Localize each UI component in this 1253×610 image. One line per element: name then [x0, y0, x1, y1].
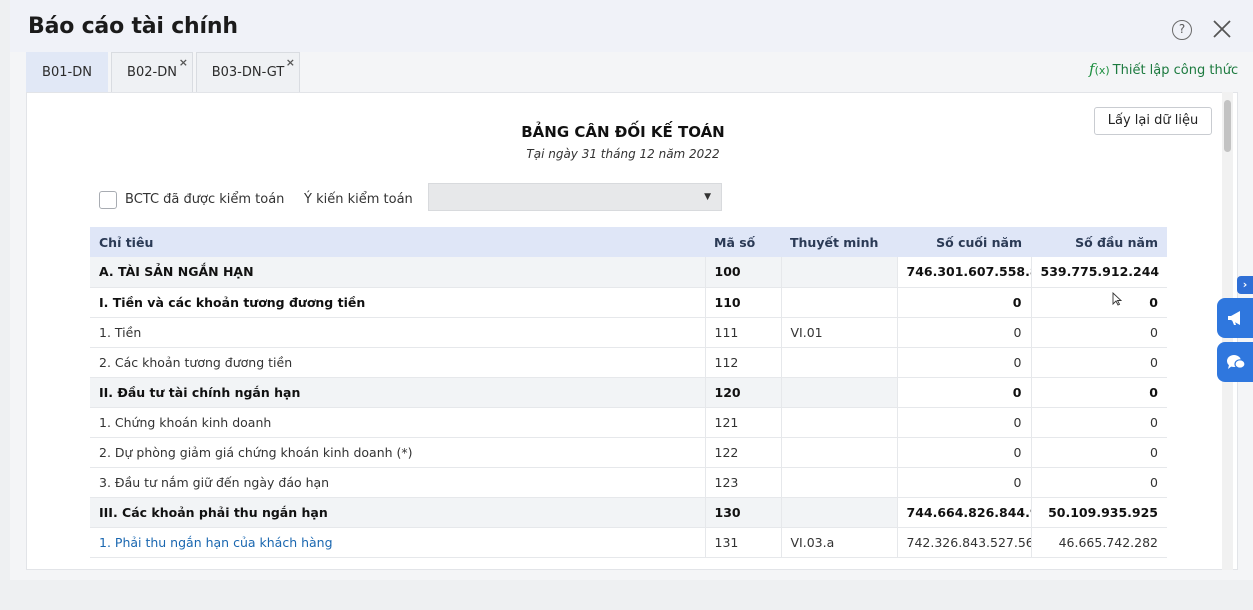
help-icon[interactable]: ?: [1172, 20, 1192, 40]
tab-label: B03-DN-GT: [211, 65, 285, 80]
row-start-of-year-value[interactable]: 0: [1031, 377, 1167, 408]
row-end-of-year-value[interactable]: 0: [897, 347, 1032, 378]
row-end-of-year-value[interactable]: 0: [897, 467, 1032, 498]
row-indicator-name: II. Đầu tư tài chính ngắn hạn: [90, 377, 706, 408]
row-note: [781, 377, 898, 408]
table-row[interactable]: III. Các khoản phải thu ngắn hạn 130 744.6…: [90, 497, 1167, 528]
report-subtitle: Tại ngày 31 tháng 12 năm 2022: [526, 147, 720, 161]
row-code: 131: [705, 527, 782, 558]
row-note: [781, 287, 898, 318]
tab-close-icon[interactable]: ×: [179, 56, 188, 69]
title-bar: Báo cáo tài chính ?: [10, 0, 1253, 52]
tab-b02-dn[interactable]: B02-DN ×: [111, 52, 193, 92]
table-row[interactable]: 1. Phải thu ngắn hạn của khách hàng 131 VI…: [90, 527, 1167, 558]
row-indicator-name: 1. Chứng khoán kinh doanh: [90, 407, 706, 438]
close-icon[interactable]: [1211, 18, 1233, 40]
row-note: [781, 347, 898, 378]
row-end-of-year-value[interactable]: 0: [897, 317, 1032, 348]
formula-setup-label: Thiết lập công thức: [1112, 63, 1239, 78]
col-header-end-of-year: Số cuối năm: [897, 227, 1031, 257]
row-end-of-year-value[interactable]: 746.301.607.558.817: [897, 257, 1032, 288]
col-header-start-of-year: Số đầu năm: [1031, 227, 1167, 257]
audit-opinion-select[interactable]: ▼: [428, 183, 722, 211]
row-start-of-year-value[interactable]: 0: [1031, 437, 1167, 468]
row-end-of-year-value[interactable]: 0: [897, 407, 1032, 438]
table-header-row: Chỉ tiêu Mã số Thuyết minh Số cuối năm S…: [90, 227, 1167, 257]
chat-button[interactable]: [1217, 342, 1253, 382]
report-tabs: B01-DN B02-DN × B03-DN-GT ×: [26, 52, 303, 92]
row-code: 112: [705, 347, 782, 378]
col-header-indicator: Chỉ tiêu: [90, 227, 705, 257]
tab-b03-dn-gt[interactable]: B03-DN-GT ×: [196, 52, 300, 92]
row-indicator-name: 2. Các khoản tương đương tiền: [90, 347, 706, 378]
row-note: [781, 497, 898, 528]
row-start-of-year-value[interactable]: 0: [1031, 467, 1167, 498]
row-end-of-year-value[interactable]: 0: [897, 437, 1032, 468]
formula-setup-link[interactable]: f (x) Thiết lập công thức: [1089, 60, 1238, 78]
row-start-of-year-value[interactable]: 50.109.935.925: [1031, 497, 1167, 528]
row-code: 110: [705, 287, 782, 318]
table-row[interactable]: 2. Dự phòng giảm giá chứng khoán kinh do…: [90, 437, 1167, 468]
row-code: 121: [705, 407, 782, 438]
row-note: VI.03.a: [781, 527, 898, 558]
table-row[interactable]: 2. Các khoản tương đương tiền 112 0 0: [90, 347, 1167, 378]
audited-checkbox[interactable]: [99, 191, 117, 209]
row-note: [781, 467, 898, 498]
formula-icon-suffix: (x): [1094, 64, 1110, 77]
audited-checkbox-label: BCTC đã được kiểm toán: [125, 192, 285, 207]
row-end-of-year-value[interactable]: 0: [897, 377, 1032, 408]
row-note: [781, 407, 898, 438]
row-code: 100: [705, 257, 782, 288]
tab-label: B02-DN: [127, 65, 177, 80]
table-row[interactable]: I. Tiền và các khoản tương đương tiền 110…: [90, 287, 1167, 318]
row-start-of-year-value[interactable]: 46.665.742.282: [1031, 527, 1167, 558]
report-title: BẢNG CÂN ĐỐI KẾ TOÁN: [521, 123, 725, 141]
col-header-note: Thuyết minh: [781, 227, 897, 257]
row-end-of-year-value[interactable]: 0: [897, 287, 1032, 318]
table-row[interactable]: A. TÀI SẢN NGẮN HẠN100 746.301.607.558.81…: [90, 257, 1167, 288]
chevron-down-icon: ▼: [704, 192, 711, 202]
row-end-of-year-value[interactable]: 742.326.843.527.569: [897, 527, 1032, 558]
row-start-of-year-value[interactable]: 0: [1031, 287, 1167, 318]
row-indicator-name: 2. Dự phòng giảm giá chứng khoán kinh do…: [90, 437, 706, 468]
row-note: [781, 437, 898, 468]
balance-sheet-table: Chỉ tiêu Mã số Thuyết minh Số cuối năm S…: [90, 227, 1167, 558]
row-indicator-name: III. Các khoản phải thu ngắn hạn: [90, 497, 706, 528]
row-indicator-name: 1. Tiền: [90, 317, 706, 348]
row-indicator-name: I. Tiền và các khoản tương đương tiền: [90, 287, 706, 318]
row-start-of-year-value[interactable]: 0: [1031, 407, 1167, 438]
row-indicator-name: 3. Đầu tư nắm giữ đến ngày đáo hạn: [90, 467, 706, 498]
row-code: 111: [705, 317, 782, 348]
row-note: [781, 257, 898, 288]
row-code: 120: [705, 377, 782, 408]
row-start-of-year-value[interactable]: 0: [1031, 347, 1167, 378]
megaphone-icon: [1228, 311, 1240, 325]
row-start-of-year-value[interactable]: 0: [1031, 317, 1167, 348]
row-code: 123: [705, 467, 782, 498]
table-row[interactable]: 3. Đầu tư nắm giữ đến ngày đáo hạn 123 0 0: [90, 467, 1167, 498]
table-row[interactable]: 1. Tiền 111 VI.01 0 0: [90, 317, 1167, 348]
table-row[interactable]: 1. Chứng khoán kinh doanh 121 0 0: [90, 407, 1167, 438]
scrollbar-thumb[interactable]: [1224, 100, 1231, 152]
col-header-code: Mã số: [705, 227, 781, 257]
app-title: Báo cáo tài chính: [28, 14, 238, 39]
tab-b01-dn[interactable]: B01-DN: [26, 52, 108, 92]
row-end-of-year-value[interactable]: 744.664.826.844.935: [897, 497, 1032, 528]
chat-icon: [1227, 355, 1246, 369]
megaphone-button[interactable]: [1217, 298, 1253, 338]
row-note: VI.01: [781, 317, 898, 348]
row-code: 130: [705, 497, 782, 528]
row-indicator-name: 1. Phải thu ngắn hạn của khách hàng: [90, 527, 706, 558]
row-indicator-name: A. TÀI SẢN NGẮN HẠN: [90, 257, 706, 288]
tab-label: B01-DN: [42, 65, 92, 80]
side-panel-expand-button[interactable]: ›: [1237, 276, 1253, 294]
financial-report-window: Báo cáo tài chính ? B01-DN B02-DN × B03-…: [10, 0, 1253, 580]
tab-close-icon[interactable]: ×: [286, 56, 295, 69]
row-start-of-year-value[interactable]: 539.775.912.244: [1031, 257, 1167, 288]
audit-opinion-label: Ý kiến kiểm toán: [304, 192, 413, 207]
table-row[interactable]: II. Đầu tư tài chính ngắn hạn 120 0 0: [90, 377, 1167, 408]
report-content: Lấy lại dữ liệu BẢNG CÂN ĐỐI KẾ TOÁN Tại…: [26, 92, 1238, 570]
mouse-cursor-icon: [1112, 292, 1122, 306]
row-code: 122: [705, 437, 782, 468]
